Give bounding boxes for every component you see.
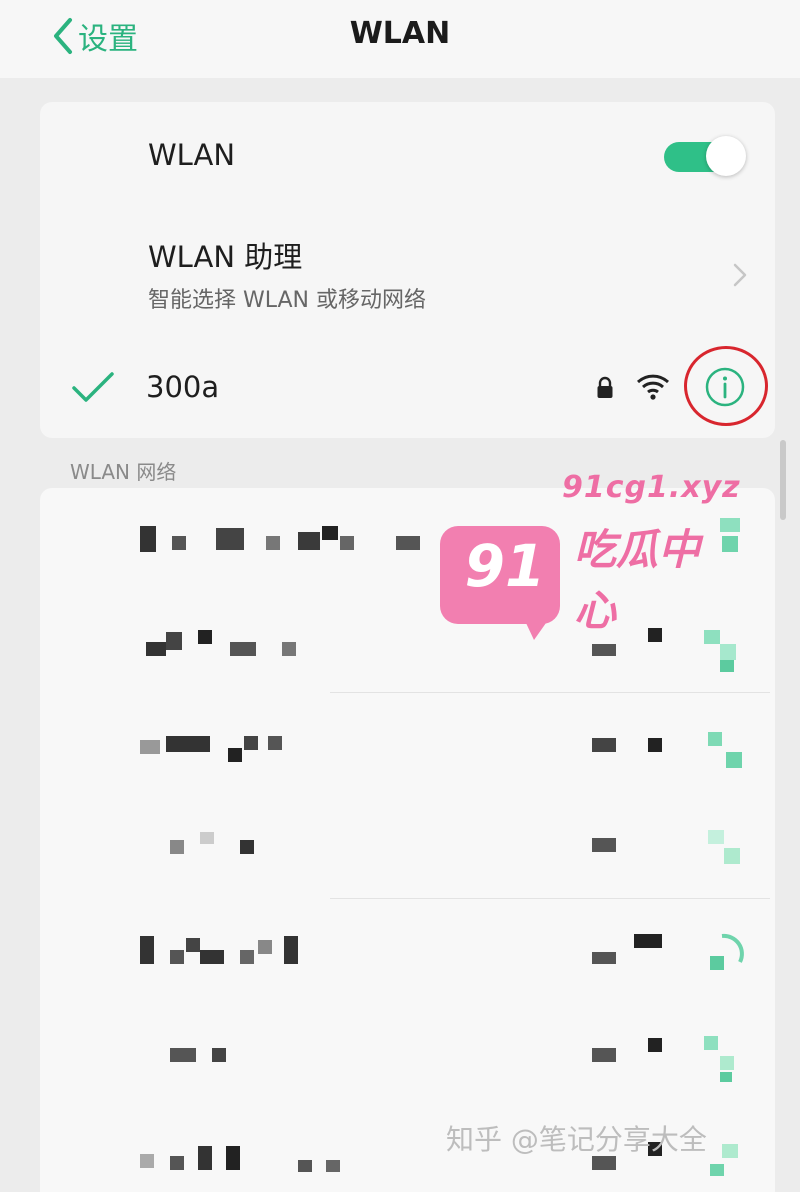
watermark-url: 91cg1.xyz: [562, 470, 741, 505]
toggle-knob: [706, 136, 746, 176]
divider: [330, 692, 770, 693]
signal-icon: [700, 718, 756, 774]
watermark-text: 吃瓜中心: [574, 525, 701, 635]
pixelated-network-name: [140, 630, 440, 656]
watermark: 91 91cg1.xyz 吃瓜中心: [440, 470, 740, 640]
pixelated-network-name: [140, 732, 440, 762]
network-row[interactable]: [40, 794, 775, 898]
pixelated-network-name: [140, 1040, 440, 1064]
signal-arc-icon: [710, 933, 744, 970]
pixelated-meta: [588, 1038, 668, 1068]
top-bar: 设置 WLAN: [0, 0, 800, 78]
networks-section-label: WLAN 网络: [70, 460, 177, 484]
pixelated-network-name: [140, 936, 440, 964]
network-row[interactable]: [40, 694, 775, 798]
scrollbar[interactable]: [780, 440, 786, 520]
wlan-settings-card: WLAN WLAN 助理 智能选择 WLAN 或移动网络 300a: [40, 102, 775, 438]
page-title: WLAN: [349, 16, 451, 51]
highlight-ring: [684, 346, 768, 426]
wlan-toggle[interactable]: [664, 136, 746, 178]
pixelated-meta: [588, 730, 668, 760]
pixelated-meta: [588, 934, 668, 964]
speech-tail-icon: [518, 606, 558, 640]
network-row[interactable]: [40, 1002, 775, 1106]
wlan-toggle-label: WLAN: [148, 138, 236, 172]
check-icon: [72, 372, 114, 402]
wlan-assistant-title: WLAN 助理: [148, 240, 303, 274]
wlan-assistant-subtitle: 智能选择 WLAN 或移动网络: [148, 288, 427, 313]
signal-icon: [700, 1026, 756, 1082]
signal-icon: [700, 1130, 756, 1186]
connected-ssid: 300a: [146, 370, 220, 404]
pixelated-network-name: [140, 832, 440, 856]
pixelated-network-name: [140, 1144, 440, 1172]
pixelated-meta: [588, 830, 668, 860]
network-row[interactable]: [40, 898, 775, 1002]
chevron-right-icon: [733, 263, 747, 287]
signal-icon: [700, 818, 756, 874]
pixelated-network-name: [140, 526, 440, 552]
watermark-number: 91: [464, 532, 546, 600]
lock-icon: [597, 376, 613, 398]
credit-watermark: 知乎 @笔记分享大全: [446, 1123, 707, 1156]
wifi-icon: [636, 374, 670, 400]
signal-icon: [700, 922, 756, 978]
